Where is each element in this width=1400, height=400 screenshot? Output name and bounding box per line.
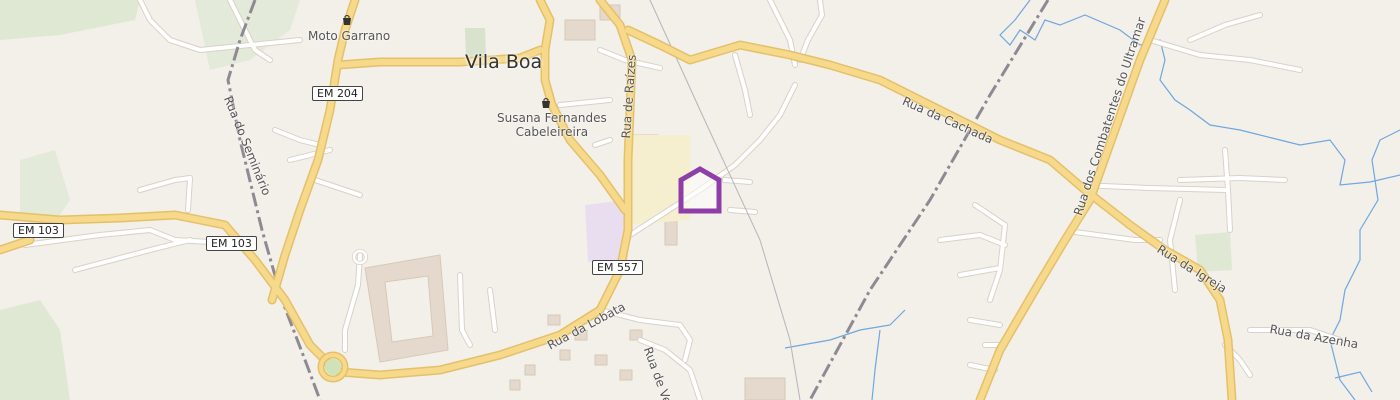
home-marker-icon[interactable] — [678, 166, 722, 214]
road-shield-en204: EM 204 — [312, 86, 363, 101]
poi-label-susana[interactable]: Susana Fernandes Cabeleireira — [497, 111, 607, 139]
shop-bag-icon — [542, 98, 550, 108]
road-shield-em103: EM 103 — [206, 236, 257, 251]
poi-label-susana-line2: Cabeleireira — [515, 125, 589, 139]
road-shield-em103: EM 103 — [13, 223, 64, 238]
major-roads — [0, 0, 1237, 400]
place-label: Vila Boa — [465, 51, 543, 73]
shop-bag-icon — [343, 15, 351, 25]
map-canvas — [0, 0, 1400, 400]
map-view[interactable]: Vila Boa Moto Garrano Susana Fernandes C… — [0, 0, 1400, 400]
road-shield-em557: EM 557 — [592, 260, 643, 275]
poi-label-susana-line1: Susana Fernandes — [497, 111, 607, 125]
poi-label-moto-garrano[interactable]: Moto Garrano — [308, 29, 390, 43]
